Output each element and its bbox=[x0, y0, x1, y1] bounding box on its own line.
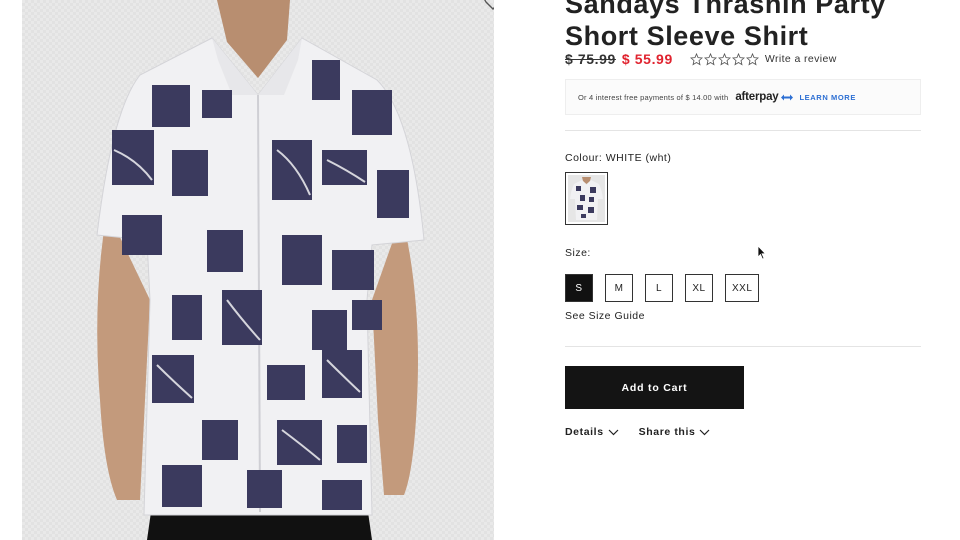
afterpay-learn-more-link[interactable]: LEARN MORE bbox=[800, 93, 856, 102]
chevron-down-icon bbox=[699, 429, 710, 435]
write-review-link[interactable]: Write a review bbox=[765, 53, 837, 65]
size-label: Size: bbox=[565, 247, 591, 259]
afterpay-banner: Or 4 interest free payments of $ 14.00 w… bbox=[565, 79, 921, 115]
sale-price: $ 55.99 bbox=[621, 51, 673, 67]
divider bbox=[565, 130, 921, 131]
details-label: Details bbox=[565, 426, 604, 438]
star-outline-icon bbox=[717, 52, 731, 65]
rating-stars[interactable] bbox=[689, 52, 759, 66]
product-title-line-1: Sandays Thrashin Party bbox=[565, 0, 886, 19]
product-page: Sandays Thrashin Party Short Sleeve Shir… bbox=[0, 0, 960, 540]
add-to-cart-button[interactable]: Add to Cart bbox=[565, 366, 744, 409]
afterpay-logo-text: afterpay bbox=[735, 91, 779, 103]
size-guide-link[interactable]: See Size Guide bbox=[565, 310, 645, 322]
product-title: Sandays Thrashin Party Short Sleeve Shir… bbox=[565, 0, 945, 52]
size-option-xl[interactable]: XL bbox=[685, 274, 713, 302]
product-image[interactable] bbox=[22, 0, 494, 540]
star-outline-icon bbox=[731, 52, 745, 65]
colour-label: Colour: WHITE (wht) bbox=[565, 152, 672, 164]
colour-swatch-white[interactable] bbox=[565, 172, 608, 225]
price-row: $ 75.99 $ 55.99 Write a review bbox=[565, 51, 837, 67]
shirt-model-illustration bbox=[96, 0, 425, 540]
product-accordions: Details Share this bbox=[565, 426, 710, 438]
details-toggle[interactable]: Details bbox=[565, 426, 619, 438]
heart-icon[interactable] bbox=[484, 0, 494, 10]
mouse-pointer-icon bbox=[757, 245, 767, 260]
original-price: $ 75.99 bbox=[565, 51, 616, 67]
size-option-s[interactable]: S bbox=[565, 274, 593, 302]
afterpay-arrows-icon bbox=[780, 94, 793, 100]
star-outline-icon bbox=[745, 52, 759, 65]
afterpay-text: Or 4 interest free payments of $ 14.00 w… bbox=[578, 92, 729, 102]
size-options: S M L XL XXL bbox=[565, 274, 760, 302]
size-option-xxl[interactable]: XXL bbox=[725, 274, 760, 302]
star-outline-icon bbox=[689, 52, 703, 65]
swatch-thumbnail bbox=[568, 175, 605, 222]
chevron-down-icon bbox=[608, 429, 619, 435]
size-option-l[interactable]: L bbox=[645, 274, 673, 302]
product-title-line-2: Short Sleeve Shirt bbox=[565, 21, 809, 51]
share-label: Share this bbox=[638, 426, 696, 438]
afterpay-logo: afterpay bbox=[735, 91, 793, 103]
size-option-m[interactable]: M bbox=[605, 274, 633, 302]
divider bbox=[565, 346, 921, 347]
share-toggle[interactable]: Share this bbox=[639, 426, 711, 438]
star-outline-icon bbox=[703, 52, 717, 65]
